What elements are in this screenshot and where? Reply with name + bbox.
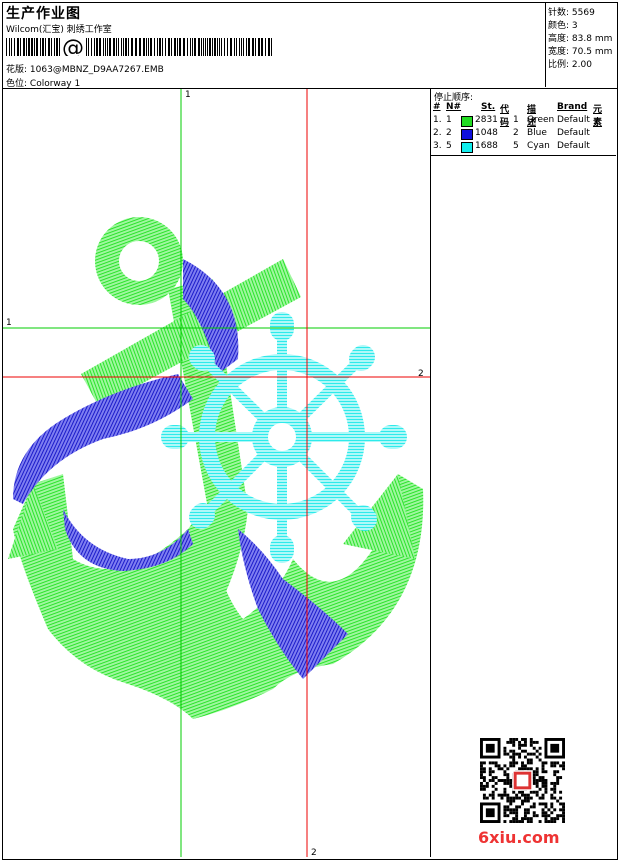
file-name: 1063@MBNZ_D9AA7267.EMB <box>29 65 164 75</box>
embroidery-design: 1 1 2 2 <box>3 89 430 857</box>
color-swatch <box>461 142 473 153</box>
stat-width: 宽度: 70.5 mm <box>548 47 613 57</box>
watermark-logo: 6xiu.com <box>478 828 560 847</box>
col-st: St. <box>481 102 496 112</box>
color-swatch <box>461 129 473 140</box>
ship-wheel <box>161 312 407 563</box>
table-row: 1. 1 2831 1 Green Default <box>433 115 590 127</box>
table-row: 2. 2 1048 2 Blue Default <box>433 128 590 140</box>
col-n: N# <box>446 102 462 112</box>
guide-label-green-v: 1 <box>185 90 191 100</box>
guide-label-green-h: 1 <box>6 318 12 328</box>
stat-height: 高度: 83.8 mm <box>548 34 613 44</box>
col-brand: Brand <box>557 102 588 112</box>
company-name: Wilcom(汇宝) 刺绣工作室 <box>6 25 112 35</box>
guide-label-red-h: 2 <box>418 369 424 379</box>
file-line: 花版: 1063@MBNZ_D9AA7267.EMB <box>6 62 164 75</box>
guide-label-red-v: 2 <box>311 848 317 857</box>
qr-code <box>480 738 565 823</box>
stat-scale: 比例: 2.00 <box>548 60 592 70</box>
stat-stitches: 针数: 5569 <box>548 8 595 18</box>
anchor-ring <box>95 217 183 305</box>
stat-colors: 颜色: 3 <box>548 21 578 31</box>
svg-text:@: @ <box>62 38 84 56</box>
design-canvas: 1 1 2 2 <box>3 89 431 857</box>
table-row: 3. 5 1688 5 Cyan Default <box>433 141 590 153</box>
file-label: 花版: <box>6 65 28 75</box>
col-num: # <box>433 102 441 112</box>
table-divider <box>430 155 616 156</box>
color-swatch <box>461 116 473 127</box>
page-title: 生产作业图 <box>6 6 81 22</box>
barcode: @ <box>6 38 272 56</box>
